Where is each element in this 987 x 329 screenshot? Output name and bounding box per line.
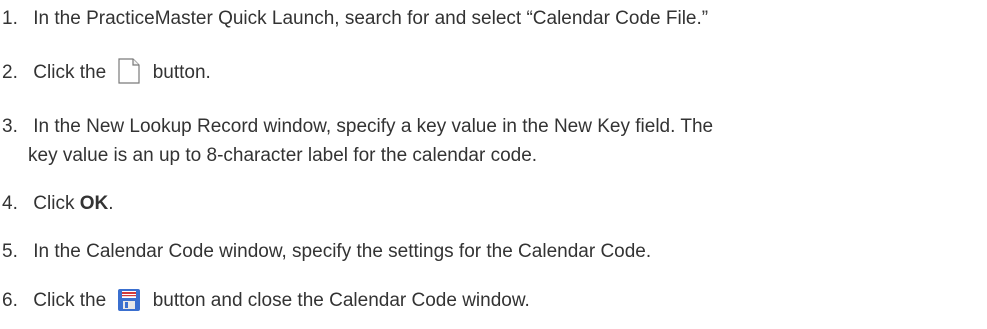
step-3: 3. In the New Lookup Record window, spec… — [0, 112, 713, 141]
ok-label: OK — [79, 193, 109, 214]
step-text-line1: In the New Lookup Record window, specify… — [33, 116, 714, 137]
step-5: 5. In the Calendar Code window, specify … — [0, 237, 651, 266]
step-3-continuation: key value is an up to 8-character label … — [28, 141, 537, 170]
step-6: 6. Click the button and close the Calend… — [0, 286, 530, 321]
step-text-after: button and close the Calendar Code windo… — [152, 290, 530, 311]
step-text-before: Click — [33, 193, 80, 214]
new-document-icon — [117, 58, 141, 93]
step-number: 2. — [2, 62, 18, 83]
step-1: 1. In the PracticeMaster Quick Launch, s… — [0, 4, 708, 33]
step-text: In the Calendar Code window, specify the… — [33, 241, 652, 262]
step-text-after: button. — [152, 62, 211, 83]
step-number: 6. — [2, 290, 18, 311]
step-number: 4. — [2, 193, 18, 214]
step-text-line2: key value is an up to 8-character label … — [28, 145, 538, 166]
step-text-before: Click the — [33, 290, 107, 311]
step-number: 3. — [2, 116, 18, 137]
step-text-after: . — [108, 193, 114, 214]
step-text-before: Click the — [33, 62, 107, 83]
step-number: 1. — [2, 8, 18, 29]
instruction-steps: 1. In the PracticeMaster Quick Launch, s… — [0, 0, 987, 329]
save-icon — [117, 288, 141, 321]
step-number: 5. — [2, 241, 18, 262]
step-text: In the PracticeMaster Quick Launch, sear… — [33, 8, 709, 29]
step-4: 4. Click OK. — [0, 189, 114, 218]
step-2: 2. Click the button. — [0, 58, 211, 93]
